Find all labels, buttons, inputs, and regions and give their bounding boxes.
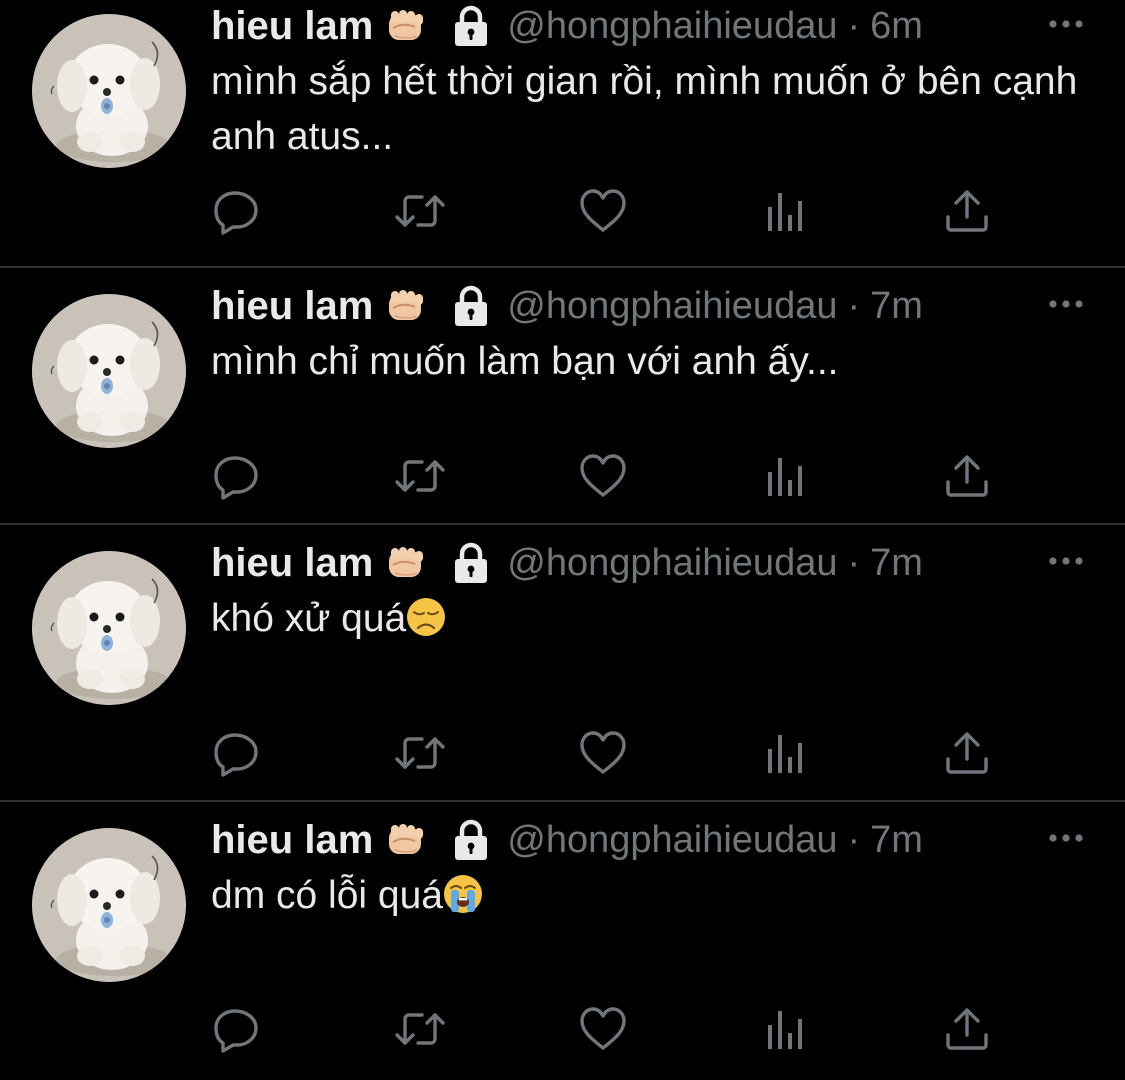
timestamp[interactable]: 7m	[870, 285, 923, 328]
views-button[interactable]	[760, 728, 812, 778]
tweet-header: hieu lam @hongphaihieudau · 7m	[211, 816, 923, 864]
fist-emoji-icon	[385, 286, 429, 326]
tweet[interactable]: hieu lam @hongphaihieudau · 7m khó xử qu…	[0, 525, 1125, 802]
timeline: hieu lam @hongphaihieudau · 6m mình sắp …	[0, 0, 1125, 1080]
lock-icon	[449, 4, 493, 48]
separator-dot: ·	[847, 541, 861, 584]
retweet-icon	[394, 187, 446, 235]
views-icon	[764, 187, 808, 235]
timestamp[interactable]: 7m	[870, 542, 923, 585]
views-icon	[764, 1005, 808, 1053]
views-button[interactable]	[760, 451, 812, 501]
retweet-button[interactable]	[394, 728, 446, 778]
reply-icon	[213, 452, 261, 500]
author-handle[interactable]: @hongphaihieudau	[507, 819, 837, 862]
tweet-text: dm có lỗi quá	[211, 868, 1091, 923]
disappointed-face-emoji-icon	[406, 597, 446, 637]
avatar[interactable]	[32, 294, 186, 448]
like-button[interactable]	[577, 728, 629, 778]
retweet-button[interactable]	[394, 451, 446, 501]
lock-icon	[449, 541, 493, 585]
action-bar	[211, 451, 1011, 501]
share-icon	[943, 729, 991, 777]
retweet-button[interactable]	[394, 186, 446, 236]
tweet-header: hieu lam @hongphaihieudau · 7m	[211, 539, 923, 587]
retweet-icon	[394, 452, 446, 500]
more-options-icon[interactable]	[1045, 549, 1087, 573]
share-button[interactable]	[941, 451, 993, 501]
tweet-text: khó xử quá	[211, 591, 1091, 646]
tweet-text: mình sắp hết thời gian rồi, mình muốn ở …	[211, 54, 1091, 164]
action-bar	[211, 1004, 1011, 1054]
views-icon	[764, 729, 808, 777]
fist-emoji-icon	[385, 6, 429, 46]
reply-icon	[213, 187, 261, 235]
puppy-avatar-image	[32, 551, 186, 705]
retweet-icon	[394, 1005, 446, 1053]
more-options-icon[interactable]	[1045, 826, 1087, 850]
retweet-icon	[394, 729, 446, 777]
reply-icon	[213, 1005, 261, 1053]
tweet-text-content: khó xử quá	[211, 597, 407, 640]
timestamp[interactable]: 6m	[870, 5, 923, 48]
tweet[interactable]: hieu lam @hongphaihieudau · 7m mình chỉ …	[0, 268, 1125, 525]
author-name[interactable]: hieu lam	[211, 818, 373, 863]
views-icon	[764, 452, 808, 500]
action-bar	[211, 186, 1011, 236]
author-name[interactable]: hieu lam	[211, 4, 373, 49]
tweet-text-content: mình sắp hết thời gian rồi, mình muốn ở …	[211, 60, 1078, 158]
avatar[interactable]	[32, 551, 186, 705]
author-handle[interactable]: @hongphaihieudau	[507, 542, 837, 585]
puppy-avatar-image	[32, 294, 186, 448]
crying-face-emoji-icon	[443, 874, 483, 914]
timestamp[interactable]: 7m	[870, 819, 923, 862]
separator-dot: ·	[847, 284, 861, 327]
separator-dot: ·	[847, 4, 861, 47]
tweet-header: hieu lam @hongphaihieudau · 6m	[211, 2, 923, 50]
reply-button[interactable]	[211, 451, 263, 501]
share-icon	[943, 187, 991, 235]
share-button[interactable]	[941, 728, 993, 778]
share-button[interactable]	[941, 186, 993, 236]
author-name[interactable]: hieu lam	[211, 541, 373, 586]
lock-icon	[449, 284, 493, 328]
like-icon	[579, 452, 627, 500]
author-name[interactable]: hieu lam	[211, 284, 373, 329]
puppy-avatar-image	[32, 14, 186, 168]
avatar[interactable]	[32, 828, 186, 982]
tweet[interactable]: hieu lam @hongphaihieudau · 7m dm có lỗi…	[0, 802, 1125, 1080]
like-icon	[579, 187, 627, 235]
more-options-icon[interactable]	[1045, 12, 1087, 36]
reply-icon	[213, 729, 261, 777]
tweet-text: mình chỉ muốn làm bạn với anh ấy...	[211, 334, 1091, 389]
tweet-header: hieu lam @hongphaihieudau · 7m	[211, 282, 923, 330]
more-options-icon[interactable]	[1045, 292, 1087, 316]
tweet[interactable]: hieu lam @hongphaihieudau · 6m mình sắp …	[0, 0, 1125, 268]
fist-emoji-icon	[385, 820, 429, 860]
puppy-avatar-image	[32, 828, 186, 982]
like-button[interactable]	[577, 451, 629, 501]
like-icon	[579, 1005, 627, 1053]
retweet-button[interactable]	[394, 1004, 446, 1054]
fist-emoji-icon	[385, 543, 429, 583]
share-icon	[943, 1005, 991, 1053]
share-button[interactable]	[941, 1004, 993, 1054]
separator-dot: ·	[847, 818, 861, 861]
like-button[interactable]	[577, 186, 629, 236]
like-button[interactable]	[577, 1004, 629, 1054]
like-icon	[579, 729, 627, 777]
tweet-text-content: mình chỉ muốn làm bạn với anh ấy...	[211, 340, 839, 383]
action-bar	[211, 728, 1011, 778]
views-button[interactable]	[760, 1004, 812, 1054]
lock-icon	[449, 818, 493, 862]
author-handle[interactable]: @hongphaihieudau	[507, 5, 837, 48]
reply-button[interactable]	[211, 186, 263, 236]
share-icon	[943, 452, 991, 500]
views-button[interactable]	[760, 186, 812, 236]
reply-button[interactable]	[211, 1004, 263, 1054]
reply-button[interactable]	[211, 728, 263, 778]
tweet-text-content: dm có lỗi quá	[211, 874, 443, 917]
avatar[interactable]	[32, 14, 186, 168]
author-handle[interactable]: @hongphaihieudau	[507, 285, 837, 328]
